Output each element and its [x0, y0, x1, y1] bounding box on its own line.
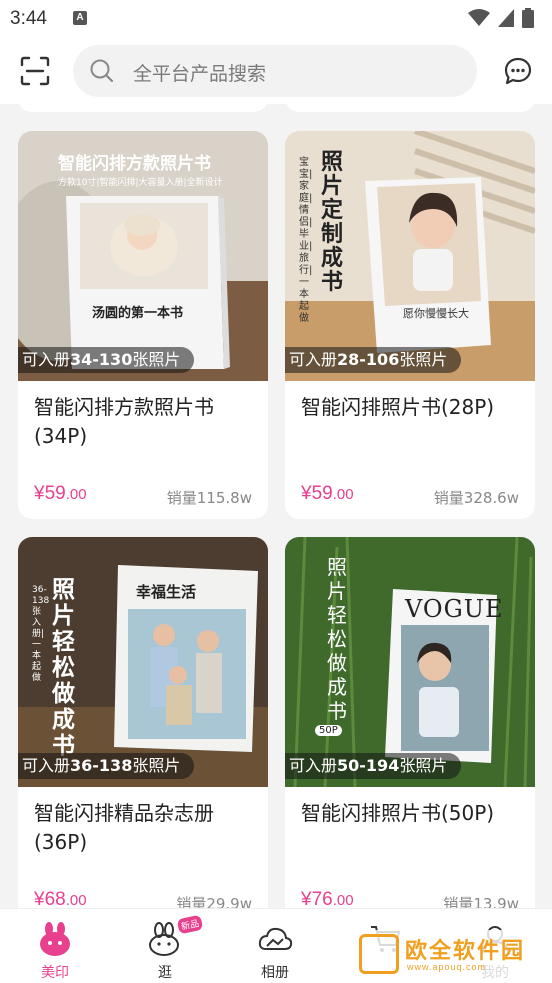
photo-count-badge: 可入册34-130张照片 — [18, 347, 195, 373]
product-card[interactable]: 智能闪排方款照片书 方款10寸|智能闪排|大容量入册|全新设计 汤圆的第一本书 … — [18, 131, 268, 519]
wifi-icon — [468, 9, 490, 26]
watermark-logo-icon — [359, 934, 399, 974]
image-caption: 幸福生活 — [136, 583, 197, 601]
nav-item-home[interactable]: 美印 — [10, 909, 100, 983]
product-image: 智能闪排方款照片书 方款10寸|智能闪排|大容量入册|全新设计 汤圆的第一本书 … — [18, 131, 268, 381]
image-caption: 愿你慢慢长大 — [403, 307, 469, 320]
product-card[interactable]: 照片轻松做成书 36-138张入册|一本起做 幸福生活 可入册36-138张照片… — [18, 537, 268, 908]
search-icon — [90, 59, 114, 83]
product-title: 智能闪排照片书(50P) — [301, 801, 495, 825]
message-icon[interactable] — [503, 56, 533, 86]
search-placeholder: 全平台产品搜索 — [133, 63, 267, 85]
status-bar: 3:44 A — [0, 0, 552, 38]
sales-count: 销量13.9w — [443, 895, 519, 908]
nav-label: 逛 — [158, 965, 172, 981]
cloud-album-icon — [258, 927, 293, 950]
product-title: 智能闪排照片书(28P) — [301, 395, 495, 419]
watermark-url: www.apouq.com — [407, 962, 487, 972]
image-subheading: 50P — [315, 725, 342, 736]
watermark-text: 欧全软件园 — [405, 939, 526, 964]
new-badge: 新品 — [176, 914, 204, 935]
image-caption: VOGUE — [405, 595, 504, 623]
product-card[interactable]: 照片定制成书 宝宝|家庭|情侣|毕业|旅行|一本起做 愿你慢慢长大 可入册28-… — [285, 131, 535, 519]
nav-label: 美印 — [41, 965, 69, 981]
photo-count-badge: 可入册36-138张照片 — [18, 753, 195, 779]
top-header: 全平台产品搜索 — [0, 38, 552, 104]
product-title: 智能闪排方款照片书(34P) — [34, 395, 214, 448]
status-time: 3:44 — [10, 8, 47, 29]
sales-count: 销量29.9w — [176, 895, 252, 908]
image-subheading: 宝宝|家庭|情侣|毕业|旅行|一本起做 — [299, 157, 313, 324]
image-subheading: 36-138张入册|一本起做 — [32, 585, 50, 683]
image-heading: 智能闪排方款照片书 — [58, 154, 211, 174]
nav-item-browse[interactable]: 新品 逛 — [120, 909, 210, 983]
nav-item-album[interactable]: 相册 — [230, 909, 320, 983]
photo-count-badge: 可入册28-106张照片 — [285, 347, 462, 373]
photo-count-badge: 可入册50-194张照片 — [285, 753, 462, 779]
notification-icon: A — [73, 11, 87, 25]
product-price: ¥76.00 — [301, 889, 354, 908]
search-input[interactable]: 全平台产品搜索 — [73, 45, 477, 97]
scan-icon[interactable] — [20, 56, 50, 86]
product-card[interactable]: 照片轻松做成书 VOGUE 50P 可入册50-194张照片 智能闪排照片书(5… — [285, 537, 535, 908]
nav-label: 相册 — [261, 965, 289, 981]
product-image: 照片轻松做成书 VOGUE 50P 可入册50-194张照片 — [285, 537, 535, 787]
product-price: ¥59.00 — [301, 483, 354, 504]
previous-card-bottom — [18, 104, 268, 112]
image-caption: 汤圆的第一本书 — [92, 306, 184, 321]
product-image: 照片轻松做成书 36-138张入册|一本起做 幸福生活 可入册36-138张照片 — [18, 537, 268, 787]
signal-icon — [498, 9, 514, 27]
product-grid: 智能闪排方款照片书 方款10寸|智能闪排|大容量入册|全新设计 汤圆的第一本书 … — [0, 104, 552, 908]
rabbit-home-icon — [40, 922, 70, 956]
previous-card-bottom — [285, 104, 535, 112]
image-heading: 照片轻松做成书 — [327, 555, 347, 723]
image-heading: 照片轻松做成书 — [52, 577, 75, 759]
battery-icon — [522, 8, 534, 28]
product-title: 智能闪排精品杂志册(36P) — [34, 801, 214, 854]
product-price: ¥59.00 — [34, 483, 87, 504]
product-price: ¥68.00 — [34, 889, 87, 908]
product-image: 照片定制成书 宝宝|家庭|情侣|毕业|旅行|一本起做 愿你慢慢长大 可入册28-… — [285, 131, 535, 381]
watermark: 欧全软件园 www.apouq.com — [355, 930, 547, 978]
image-subheading: 方款10寸|智能闪排|大容量入册|全新设计 — [58, 178, 223, 188]
sales-count: 销量115.8w — [166, 489, 252, 507]
image-heading: 照片定制成书 — [321, 150, 344, 295]
sales-count: 销量328.6w — [433, 489, 519, 507]
